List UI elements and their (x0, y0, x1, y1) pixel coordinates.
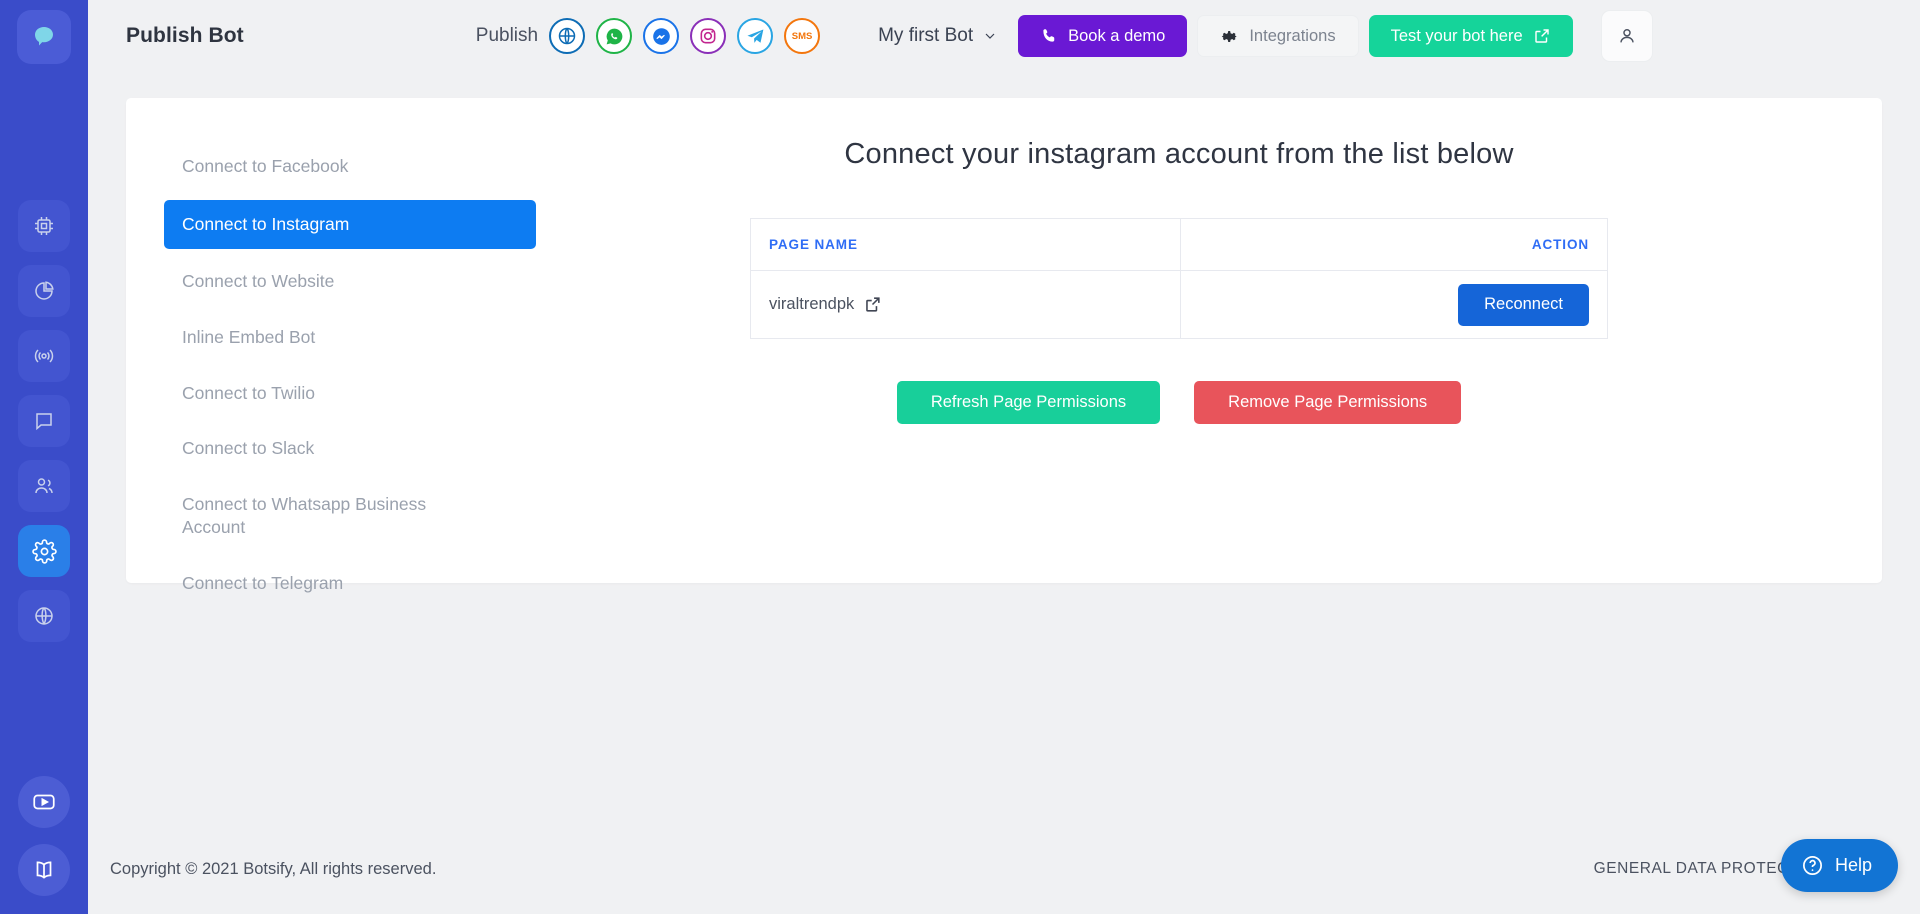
video-play-icon (33, 794, 55, 810)
page-title: Publish Bot (126, 24, 244, 47)
remove-page-permissions-button[interactable]: Remove Page Permissions (1194, 381, 1462, 424)
sidebar-item-analytics[interactable] (18, 265, 70, 317)
integrations-label: Integrations (1249, 26, 1336, 45)
menu-item-connect-to-whatsapp-business[interactable]: Connect to Whatsapp Business Account (164, 482, 464, 551)
test-bot-label: Test your bot here (1390, 26, 1523, 45)
sms-icon: SMS (791, 30, 813, 42)
content-wrapper: Connect to Facebook Connect to Instagram… (88, 72, 1920, 914)
cell-page-name: viraltrendpk (750, 270, 1181, 339)
page-name-text: viraltrendpk (769, 295, 855, 313)
chat-bubble-icon (36, 413, 52, 431)
panel-heading: Connect your instagram account from the … (844, 138, 1514, 170)
footer: Copyright © 2021 Botsify, All rights res… (88, 824, 1920, 914)
whatsapp-icon (606, 28, 622, 44)
reconnect-button[interactable]: Reconnect (1458, 283, 1589, 326)
menu-item-connect-to-website[interactable]: Connect to Website (164, 259, 536, 305)
pie-chart-icon (35, 281, 54, 300)
channel-whatsapp-button[interactable] (596, 18, 633, 54)
video-tutorials-button[interactable] (18, 776, 70, 828)
gear-icon (31, 538, 57, 564)
sidebar-nav (18, 200, 70, 642)
channel-instagram-button[interactable] (690, 18, 727, 54)
chevron-down-icon (985, 33, 995, 39)
cell-action: Reconnect (1180, 270, 1608, 339)
external-link-icon (1534, 29, 1549, 43)
gear-icon (1222, 30, 1237, 42)
broadcast-icon (34, 349, 54, 363)
sidebar-item-conversations[interactable] (18, 395, 70, 447)
app-root: Publish Bot Publish SMS My first Bot Boo… (0, 0, 1920, 914)
chip-icon (35, 217, 53, 235)
sidebar-item-chip[interactable] (18, 200, 70, 252)
connect-panel: Connect your instagram account from the … (536, 132, 1882, 583)
menu-item-connect-to-slack[interactable]: Connect to Slack (164, 426, 536, 472)
instagram-icon (700, 28, 716, 44)
left-sidebar (0, 0, 88, 914)
sidebar-item-users[interactable] (18, 460, 70, 512)
help-button[interactable]: Help (1780, 839, 1898, 892)
telegram-icon (747, 29, 763, 43)
sidebar-item-settings[interactable] (18, 525, 70, 577)
documentation-button[interactable] (18, 844, 70, 896)
channel-messenger-button[interactable] (643, 18, 680, 54)
external-link-glyph (866, 297, 880, 312)
test-bot-button[interactable]: Test your bot here (1368, 15, 1573, 57)
book-demo-label: Book a demo (1068, 26, 1166, 45)
user-icon (1619, 29, 1634, 43)
bot-selector-label: My first Bot (878, 25, 974, 46)
help-label: Help (1834, 855, 1872, 875)
menu-item-connect-to-facebook[interactable]: Connect to Facebook (164, 144, 536, 190)
main-area: Publish Bot Publish SMS My first Bot Boo… (88, 0, 1920, 914)
table-header-row: PAGE NAME ACTION (750, 218, 1608, 271)
column-header-action: ACTION (1180, 218, 1608, 271)
channel-website-button[interactable] (549, 18, 586, 54)
book-icon (36, 861, 52, 879)
phone-icon (1043, 29, 1055, 42)
refresh-page-permissions-button[interactable]: Refresh Page Permissions (896, 381, 1161, 424)
integrations-button[interactable]: Integrations (1197, 15, 1359, 57)
sidebar-item-globe[interactable] (18, 590, 70, 642)
connection-menu: Connect to Facebook Connect to Instagram… (126, 132, 536, 593)
menu-item-connect-to-instagram[interactable]: Connect to Instagram (164, 199, 536, 250)
channel-telegram-button[interactable] (737, 18, 774, 54)
publish-channels: Publish SMS (475, 18, 821, 54)
book-demo-button[interactable]: Book a demo (1018, 15, 1188, 57)
copyright-text: Copyright © 2021 Botsify, All rights res… (110, 859, 437, 878)
channel-sms-button[interactable]: SMS (784, 18, 821, 54)
chat-logo-icon (35, 27, 53, 46)
publish-label: Publish (475, 25, 539, 46)
bot-selector-dropdown[interactable]: My first Bot (878, 25, 998, 47)
connect-card: Connect to Facebook Connect to Instagram… (126, 98, 1882, 593)
users-icon (35, 478, 53, 494)
top-header: Publish Bot Publish SMS My first Bot Boo… (88, 0, 1920, 72)
pages-table: PAGE NAME ACTION viraltrendpk Reconnect (750, 218, 1608, 339)
messenger-icon (652, 27, 670, 45)
globe-icon (35, 607, 53, 625)
table-row: viraltrendpk Reconnect (750, 270, 1608, 339)
permission-actions: Refresh Page Permissions Remove Page Per… (536, 381, 1822, 424)
column-header-page-name: PAGE NAME (750, 218, 1181, 271)
question-mark-icon (1802, 856, 1822, 875)
external-link-icon[interactable] (863, 295, 882, 314)
menu-item-connect-to-telegram[interactable]: Connect to Telegram (164, 561, 536, 607)
app-logo (17, 10, 71, 64)
sidebar-item-broadcast[interactable] (18, 330, 70, 382)
menu-item-inline-embed-bot[interactable]: Inline Embed Bot (164, 315, 536, 361)
user-account-button[interactable] (1600, 10, 1653, 62)
website-icon (558, 27, 576, 45)
sidebar-bottom-actions (18, 776, 70, 896)
menu-item-connect-to-twilio[interactable]: Connect to Twilio (164, 371, 536, 417)
